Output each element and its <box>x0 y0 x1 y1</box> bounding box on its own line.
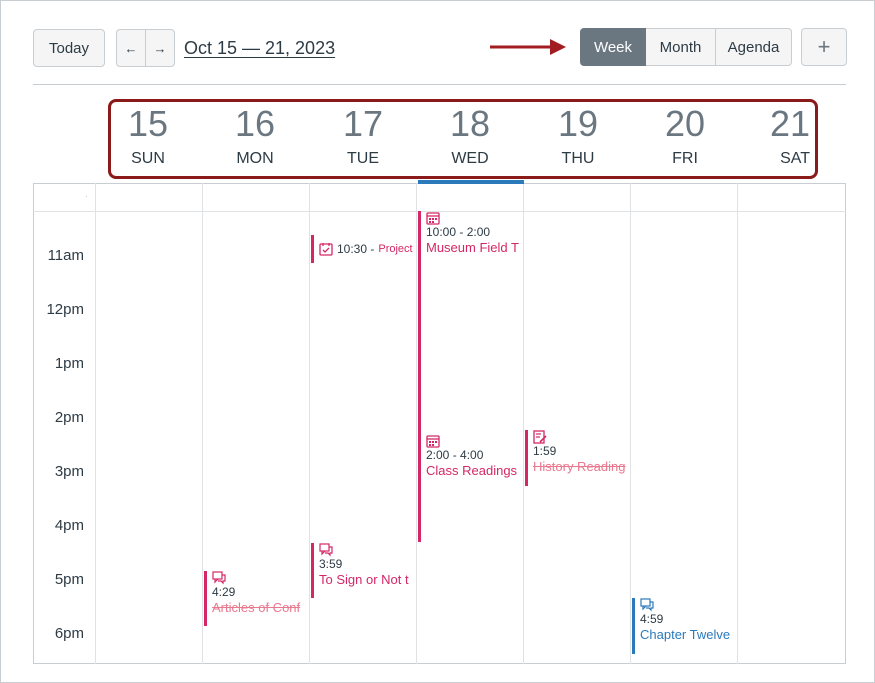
event-title: Class Readings <box>426 463 518 478</box>
toolbar-divider <box>33 84 846 85</box>
time-label: 2pm <box>54 409 84 426</box>
date-range-link[interactable]: Oct 15 — 21, 2023 <box>184 38 335 59</box>
calendar-event-icon <box>426 435 440 448</box>
event-time: 2:00 - 4:00 <box>426 448 484 462</box>
time-label: 4pm <box>54 517 84 534</box>
view-month-button[interactable]: Month <box>646 28 716 66</box>
grid-line <box>737 183 738 664</box>
calendar-event-icon <box>426 212 440 225</box>
quiz-icon <box>533 430 547 444</box>
assignment-icon <box>319 243 333 256</box>
time-label: 12pm <box>46 301 84 318</box>
discussion-icon <box>319 543 333 557</box>
event-articles-of-confederation[interactable]: 4:29 Articles of Conf <box>204 571 308 626</box>
discussion-icon <box>212 571 226 585</box>
annotation-arrow-icon <box>490 39 566 55</box>
add-event-button[interactable]: + <box>801 28 847 66</box>
time-label: 11am <box>47 247 84 264</box>
event-time: 10:30 - <box>337 242 375 256</box>
next-week-button[interactable]: → <box>145 29 175 67</box>
time-label: 1pm <box>54 355 84 372</box>
event-title: Chapter Twelve <box>640 627 731 642</box>
day-header-highlight <box>108 99 818 179</box>
grid-line <box>523 183 524 664</box>
grid-line <box>416 183 417 664</box>
event-history-reading[interactable]: 1:59 History Reading <box>525 430 629 486</box>
event-time: 1:59 <box>533 444 557 458</box>
view-switcher: Week Month Agenda <box>580 28 792 66</box>
event-chapter-twelve[interactable]: 4:59 Chapter Twelve <box>632 598 736 654</box>
discussion-icon <box>640 598 654 612</box>
time-label: 3pm <box>54 463 84 480</box>
time-label: 6pm <box>54 625 84 642</box>
event-title: Project <box>378 242 413 255</box>
all-day-label: · <box>85 192 88 201</box>
event-project[interactable]: 10:30 - Project <box>311 235 415 263</box>
grid-line <box>309 183 310 664</box>
event-time: 3:59 <box>319 557 343 571</box>
event-to-sign-or-not[interactable]: 3:59 To Sign or Not t <box>311 543 415 598</box>
today-button[interactable]: Today <box>33 29 105 67</box>
event-time: 4:59 <box>640 612 664 626</box>
event-title: History Reading <box>533 459 626 474</box>
event-title: Articles of Conf <box>212 600 301 615</box>
grid-line <box>95 183 96 664</box>
view-week-button[interactable]: Week <box>580 28 646 66</box>
previous-week-button[interactable]: ← <box>116 29 146 67</box>
grid-line <box>202 183 203 664</box>
event-time: 4:29 <box>212 585 236 599</box>
event-time: 10:00 - 2:00 <box>426 225 491 239</box>
event-class-readings[interactable]: 2:00 - 4:00 Class Readings <box>418 434 522 542</box>
grid-line <box>630 183 631 664</box>
view-agenda-button[interactable]: Agenda <box>716 28 792 66</box>
event-title: To Sign or Not t <box>319 572 409 587</box>
event-title: Museum Field T <box>426 240 519 255</box>
today-indicator <box>418 180 524 184</box>
time-label: 5pm <box>54 571 84 588</box>
